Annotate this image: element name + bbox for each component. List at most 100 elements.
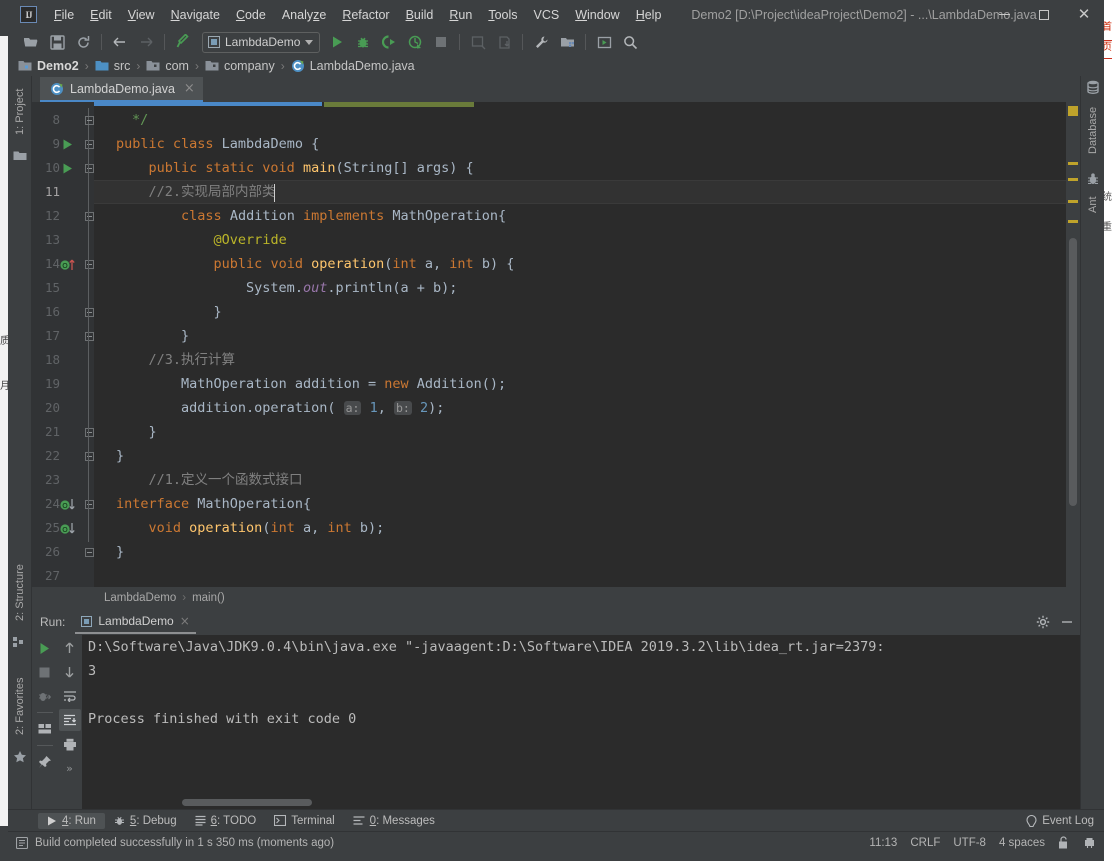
menu-refactor[interactable]: Refactor	[334, 5, 397, 25]
settings-wrench-icon[interactable]	[528, 31, 554, 53]
profile-icon[interactable]	[402, 31, 428, 53]
up-arrow-icon[interactable]	[59, 637, 81, 659]
unlocked-icon[interactable]	[1058, 836, 1070, 849]
warning-marker[interactable]	[1068, 162, 1078, 165]
sidebar-item-favorites[interactable]: 2: Favorites	[8, 668, 32, 744]
menu-view[interactable]: View	[120, 5, 163, 25]
code-line-25: void operation(int a, int b);	[148, 520, 385, 536]
project-structure-icon[interactable]	[554, 31, 580, 53]
build-hammer-icon[interactable]	[170, 31, 196, 53]
select-in-icon[interactable]	[591, 31, 617, 53]
menu-navigate[interactable]: Navigate	[163, 5, 228, 25]
favorites-star-icon[interactable]	[13, 750, 27, 764]
console-horizontal-scrollbar[interactable]	[182, 799, 312, 806]
sidebar-item-project[interactable]: 1: Project	[8, 80, 32, 144]
open-folder-icon[interactable]	[18, 31, 44, 53]
search-everywhere-icon[interactable]	[617, 31, 643, 53]
menu-code[interactable]: Code	[228, 5, 274, 25]
inspector-icon[interactable]	[1083, 836, 1096, 849]
sync-icon[interactable]	[70, 31, 96, 53]
bottom-tab-terminal[interactable]: Terminal	[265, 813, 343, 829]
menu-build[interactable]: Build	[398, 5, 442, 25]
run-configuration-selector[interactable]: LambdaDemo	[202, 31, 321, 53]
bottom-tab-debug[interactable]: 5: Debug	[105, 813, 186, 829]
layout-icon[interactable]	[34, 718, 56, 740]
menu-run[interactable]: Run	[441, 5, 480, 25]
menu-file[interactable]: File	[46, 5, 82, 25]
close-icon[interactable]: ×	[180, 614, 190, 628]
run-gutter-icon[interactable]	[62, 156, 73, 180]
menu-tools[interactable]: Tools	[480, 5, 525, 25]
ant-bug-icon[interactable]	[1086, 172, 1100, 186]
menu-vcs[interactable]: VCS	[526, 5, 568, 25]
print-icon[interactable]	[59, 733, 81, 755]
save-all-icon[interactable]	[44, 31, 70, 53]
sidebar-item-database[interactable]: Database	[1081, 98, 1105, 162]
menu-window[interactable]: Window	[567, 5, 627, 25]
sidebar-item-ant[interactable]: Ant	[1081, 188, 1105, 222]
minimize-button[interactable]	[984, 0, 1024, 29]
maximize-button[interactable]	[1024, 0, 1064, 29]
stop-icon[interactable]	[428, 31, 454, 53]
gear-icon[interactable]	[1036, 615, 1050, 629]
run-icon[interactable]	[324, 31, 350, 53]
breadcrumb-item-project[interactable]: Demo2	[18, 59, 79, 73]
rerun-icon[interactable]	[34, 637, 56, 659]
breadcrumb-item-src[interactable]: src	[95, 59, 130, 73]
menu-analyze[interactable]: Analyze	[274, 5, 334, 25]
menu-edit[interactable]: Edit	[82, 5, 120, 25]
run-with-coverage-icon[interactable]	[376, 31, 402, 53]
editor-gutter[interactable]: 8 9 10 11 12 13 14 15 16 17 18 19 20 21	[32, 102, 94, 587]
structure-icon[interactable]	[13, 636, 27, 650]
pull-icon[interactable]	[491, 31, 517, 53]
run-gutter-icon[interactable]	[62, 132, 73, 156]
run-console-output[interactable]: D:\Software\Java\JDK9.0.4\bin\java.exe "…	[82, 635, 1080, 809]
editor-vertical-scrollbar[interactable]	[1069, 238, 1077, 506]
code-editor[interactable]: 8 9 10 11 12 13 14 15 16 17 18 19 20 21	[32, 102, 1080, 587]
debug-icon[interactable]	[350, 31, 376, 53]
editor-breadcrumb-method[interactable]: main()	[192, 592, 225, 604]
soft-wrap-icon[interactable]	[59, 685, 81, 707]
breadcrumb-item-file[interactable]: LambdaDemo.java	[291, 59, 415, 73]
forward-arrow-icon[interactable]	[133, 31, 159, 53]
file-encoding[interactable]: UTF-8	[953, 837, 986, 849]
down-arrow-icon[interactable]	[59, 661, 81, 683]
run-tab-lambdademo[interactable]: LambdaDemo ×	[75, 610, 196, 634]
indent-setting[interactable]: 4 spaces	[999, 837, 1045, 849]
bottom-tab-messages[interactable]: 0: Messages	[344, 813, 444, 829]
line-separator[interactable]: CRLF	[910, 837, 940, 849]
event-log-button[interactable]: Event Log	[1026, 814, 1104, 827]
scroll-to-end-icon[interactable]	[58, 709, 81, 731]
minimize-icon[interactable]	[1060, 615, 1074, 629]
close-icon[interactable]: ×	[184, 81, 195, 96]
info-icon	[16, 836, 28, 849]
pin-icon[interactable]	[34, 751, 56, 773]
stop-icon[interactable]	[34, 661, 56, 683]
project-icon[interactable]	[13, 150, 27, 164]
breadcrumb-item-company[interactable]: company	[205, 59, 275, 73]
warning-marker[interactable]	[1068, 178, 1078, 181]
menu-help[interactable]: Help	[628, 5, 670, 25]
code-text-area[interactable]: */ public class LambdaDemo { public stat…	[94, 102, 1066, 587]
update-app-icon[interactable]	[465, 31, 491, 53]
editor-marker-bar[interactable]	[1066, 102, 1080, 587]
implements-up-icon[interactable]: O	[60, 252, 77, 276]
database-icon[interactable]	[1086, 80, 1100, 94]
implemented-by-icon[interactable]: O	[60, 492, 77, 516]
warning-marker[interactable]	[1068, 200, 1078, 203]
expand-more-icon[interactable]: »	[59, 757, 81, 779]
caret-position[interactable]: 11:13	[869, 837, 897, 849]
rerun-failed-icon[interactable]	[34, 685, 56, 707]
editor-breadcrumb-class[interactable]: LambdaDemo	[104, 592, 176, 604]
back-arrow-icon[interactable]	[107, 31, 133, 53]
breadcrumb-label: com	[165, 58, 189, 73]
close-button[interactable]: ✕	[1064, 0, 1104, 29]
bottom-tab-todo[interactable]: 6: TODO	[186, 813, 266, 829]
bottom-tab-run[interactable]: 4: Run	[38, 812, 105, 829]
warning-marker[interactable]	[1068, 220, 1078, 223]
breadcrumb-item-com[interactable]: com	[146, 59, 189, 73]
inspection-status-marker[interactable]	[1068, 106, 1078, 116]
editor-tab-lambdademo[interactable]: LambdaDemo.java ×	[40, 77, 203, 102]
implemented-by-icon[interactable]: O	[60, 516, 77, 540]
sidebar-item-structure[interactable]: 2: Structure	[8, 556, 32, 630]
